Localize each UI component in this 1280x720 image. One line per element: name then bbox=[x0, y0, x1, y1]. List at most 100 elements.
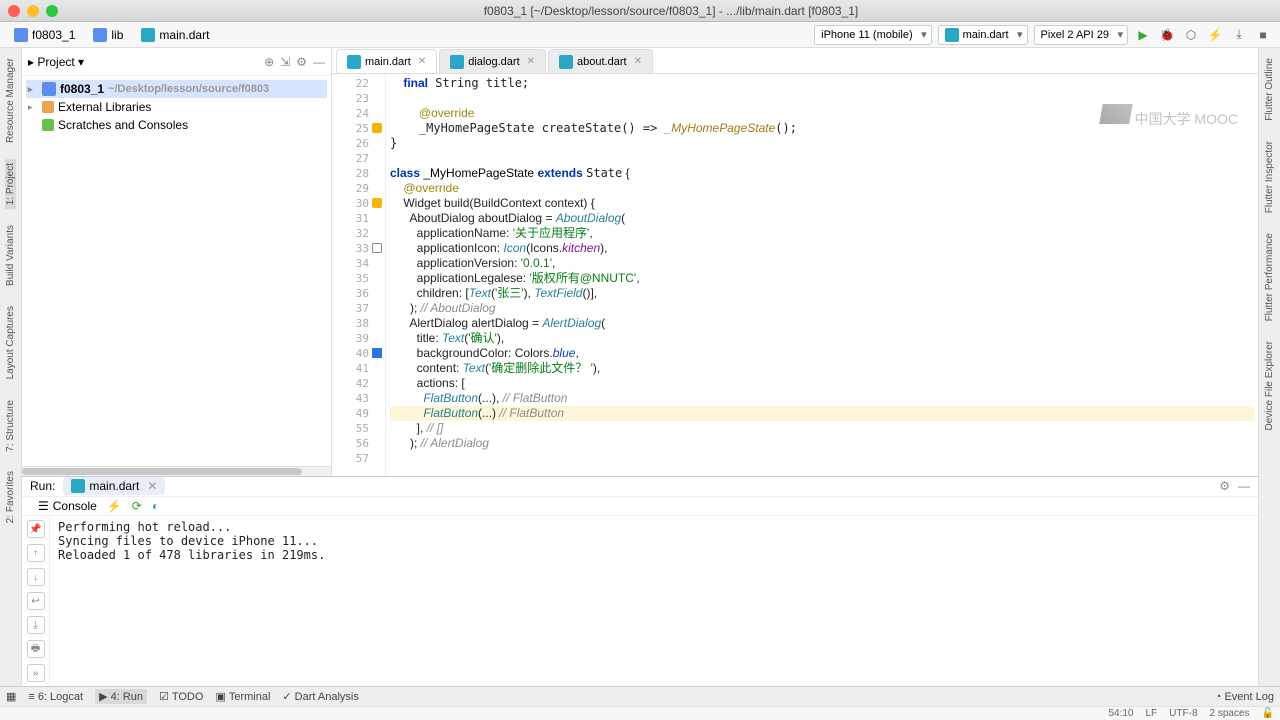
hot-reload-button[interactable]: ⚡ bbox=[1206, 26, 1224, 44]
tool-window-icon[interactable]: ▦ bbox=[6, 690, 16, 703]
code-editor[interactable]: final String title; @override _MyHomePag… bbox=[386, 74, 1258, 476]
settings-icon[interactable]: ⚙ bbox=[296, 55, 307, 69]
device-selector[interactable]: iPhone 11 (mobile) bbox=[814, 25, 932, 45]
dart-file-icon bbox=[450, 55, 464, 69]
rail-layout-captures[interactable]: Layout Captures bbox=[5, 302, 16, 383]
rail-structure[interactable]: 7: Structure bbox=[5, 396, 16, 456]
close-icon[interactable] bbox=[8, 5, 20, 17]
tab-main-dart[interactable]: main.dart✕ bbox=[336, 49, 437, 73]
pin-icon[interactable]: 📌 bbox=[27, 520, 45, 538]
dart-file-icon bbox=[347, 55, 361, 69]
tab-dialog-dart[interactable]: dialog.dart✕ bbox=[439, 49, 546, 73]
expand-icon[interactable]: ⇲ bbox=[280, 55, 290, 69]
run-tool-window: Run: main.dart✕ ⚙ — ☰ Console ⚡ ⟳ ◐ 📌 ↑ … bbox=[22, 476, 1258, 686]
tab-dart-analysis[interactable]: ✓ Dart Analysis bbox=[282, 690, 358, 703]
scroll-end-icon[interactable]: ⤓ bbox=[27, 616, 45, 634]
folder-icon bbox=[93, 28, 107, 42]
gear-icon[interactable]: ⚙ bbox=[1219, 479, 1230, 493]
left-tool-rail: Resource Manager 1: Project Build Varian… bbox=[0, 48, 22, 686]
breadcrumb-file-label: main.dart bbox=[159, 28, 209, 42]
coverage-button[interactable]: ⬡ bbox=[1182, 26, 1200, 44]
open-devtools-icon[interactable]: ◐ bbox=[152, 499, 159, 513]
window-title: f0803_1 [~/Desktop/lesson/source/f0803_1… bbox=[70, 4, 1272, 18]
navigation-bar: f0803_1 lib main.dart iPhone 11 (mobile)… bbox=[0, 22, 1280, 48]
minimize-icon[interactable] bbox=[27, 5, 39, 17]
debug-button[interactable]: 🐞 bbox=[1158, 26, 1176, 44]
right-tool-rail: Flutter Outline Flutter Inspector Flutte… bbox=[1258, 48, 1280, 686]
print-icon[interactable]: 🖶 bbox=[27, 640, 45, 658]
editor-area: main.dart✕ dialog.dart✕ about.dart✕ 2223… bbox=[332, 48, 1258, 476]
scratch-icon bbox=[42, 119, 54, 131]
run-button[interactable]: ▶ bbox=[1134, 26, 1152, 44]
console-tab[interactable]: ☰ Console bbox=[38, 499, 97, 513]
hot-restart-icon[interactable]: ⟳ bbox=[132, 499, 142, 513]
hide-icon[interactable]: — bbox=[1238, 479, 1250, 493]
down-icon[interactable]: ↓ bbox=[27, 568, 45, 586]
console-output[interactable]: Performing hot reload... Syncing files t… bbox=[50, 516, 1258, 686]
breadcrumb-file[interactable]: main.dart bbox=[135, 26, 215, 44]
up-icon[interactable]: ↑ bbox=[27, 544, 45, 562]
attach-button[interactable]: ⤓ bbox=[1230, 26, 1248, 44]
rail-flutter-outline[interactable]: Flutter Outline bbox=[1264, 54, 1275, 125]
line-separator[interactable]: LF bbox=[1146, 708, 1158, 719]
rail-flutter-performance[interactable]: Flutter Performance bbox=[1264, 229, 1275, 325]
run-label: Run: bbox=[30, 479, 55, 493]
dart-file-icon bbox=[945, 28, 959, 42]
close-icon[interactable]: ✕ bbox=[634, 56, 642, 67]
close-icon[interactable]: ✕ bbox=[418, 56, 426, 67]
project-header: ▸ Project ▾ ⊕ ⇲ ⚙ — bbox=[22, 48, 331, 76]
editor-tabs: main.dart✕ dialog.dart✕ about.dart✕ bbox=[332, 48, 1258, 74]
locate-icon[interactable]: ⊕ bbox=[264, 55, 274, 69]
status-bar: 54:10 LF UTF-8 2 spaces 🔓 bbox=[0, 706, 1280, 720]
dart-file-icon bbox=[71, 479, 85, 493]
gutter[interactable]: 2223242526272829303132333435363738394041… bbox=[332, 74, 386, 476]
zoom-icon[interactable] bbox=[46, 5, 58, 17]
bottom-tool-tabs: ▦ ≡ 6: Logcat ▶ 4: Run ☑ TODO ▣ Terminal… bbox=[0, 686, 1280, 706]
tab-terminal[interactable]: ▣ Terminal bbox=[215, 690, 270, 703]
tab-about-dart[interactable]: about.dart✕ bbox=[548, 49, 653, 73]
window-controls bbox=[8, 5, 58, 17]
breadcrumb-folder-label: lib bbox=[111, 28, 123, 42]
tab-event-log[interactable]: ◔ Event Log bbox=[1215, 691, 1274, 703]
tree-item-external-libs[interactable]: ▸ External Libraries bbox=[26, 98, 327, 116]
emulator-selector[interactable]: Pixel 2 API 29 bbox=[1034, 25, 1129, 45]
titlebar: f0803_1 [~/Desktop/lesson/source/f0803_1… bbox=[0, 0, 1280, 22]
breadcrumb-root-label: f0803_1 bbox=[32, 28, 75, 42]
tab-logcat[interactable]: ≡ 6: Logcat bbox=[28, 691, 83, 703]
stop-button[interactable]: ■ bbox=[1254, 26, 1272, 44]
dart-file-icon bbox=[141, 28, 155, 42]
caret-position[interactable]: 54:10 bbox=[1108, 708, 1133, 719]
project-view-selector[interactable]: ▸ Project ▾ bbox=[28, 55, 84, 69]
folder-icon bbox=[14, 28, 28, 42]
lock-icon[interactable]: 🔓 bbox=[1262, 708, 1274, 719]
hide-icon[interactable]: — bbox=[313, 55, 325, 69]
breadcrumb-folder[interactable]: lib bbox=[87, 26, 129, 44]
rail-device-explorer[interactable]: Device File Explorer bbox=[1264, 337, 1275, 434]
close-icon[interactable]: ✕ bbox=[527, 56, 535, 67]
file-encoding[interactable]: UTF-8 bbox=[1169, 708, 1197, 719]
dart-file-icon bbox=[559, 55, 573, 69]
project-h-scrollbar[interactable] bbox=[22, 466, 331, 476]
run-config-selector[interactable]: main.dart bbox=[938, 25, 1028, 45]
project-panel: ▸ Project ▾ ⊕ ⇲ ⚙ — ▸ f0803_1 ~/Desktop/… bbox=[22, 48, 332, 476]
more-icon[interactable]: » bbox=[27, 664, 45, 682]
indent-info[interactable]: 2 spaces bbox=[1210, 708, 1250, 719]
rail-resource-manager[interactable]: Resource Manager bbox=[5, 54, 16, 147]
tab-run[interactable]: ▶ 4: Run bbox=[95, 689, 147, 704]
rail-build-variants[interactable]: Build Variants bbox=[5, 221, 16, 290]
library-icon bbox=[42, 101, 54, 113]
close-icon[interactable]: ✕ bbox=[147, 479, 157, 493]
folder-icon bbox=[42, 82, 56, 96]
run-config-tab[interactable]: main.dart✕ bbox=[63, 477, 165, 495]
tree-item-scratches[interactable]: Scratches and Consoles bbox=[26, 116, 327, 134]
hot-reload-icon[interactable]: ⚡ bbox=[107, 499, 122, 513]
rail-flutter-inspector[interactable]: Flutter Inspector bbox=[1264, 137, 1275, 217]
rail-project[interactable]: 1: Project bbox=[5, 159, 16, 209]
soft-wrap-icon[interactable]: ↩ bbox=[27, 592, 45, 610]
tree-item-project-root[interactable]: ▸ f0803_1 ~/Desktop/lesson/source/f0803 bbox=[26, 80, 327, 98]
breadcrumb-root[interactable]: f0803_1 bbox=[8, 26, 81, 44]
rail-favorites[interactable]: 2: Favorites bbox=[5, 467, 16, 527]
project-tree[interactable]: ▸ f0803_1 ~/Desktop/lesson/source/f0803 … bbox=[22, 76, 331, 138]
run-side-toolbar: 📌 ↑ ↓ ↩ ⤓ 🖶 » bbox=[22, 516, 50, 686]
tab-todo[interactable]: ☑ TODO bbox=[159, 690, 203, 703]
